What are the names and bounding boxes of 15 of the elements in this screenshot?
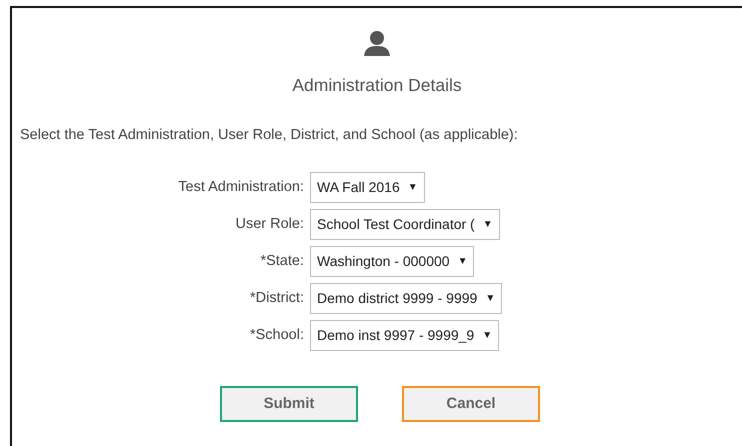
dropdown[interactable]: WA Fall 2016 ▼ xyxy=(310,172,425,204)
dropdown[interactable]: Washington - 000000 ▼ xyxy=(310,246,474,278)
cancel-button[interactable]: Cancel xyxy=(402,386,540,422)
field-label: Test Administration: xyxy=(178,178,304,197)
submit-button[interactable]: Submit xyxy=(220,386,358,422)
field-label: *District: xyxy=(250,288,304,308)
user-icon xyxy=(364,30,390,56)
field-label: User Role: xyxy=(236,214,304,234)
field-label: *School: xyxy=(250,326,304,345)
dropdown[interactable]: School Test Coordinator ( ▼ xyxy=(310,209,500,240)
dropdown[interactable]: Demo inst 9997 - 9999_9 ▼ xyxy=(310,320,500,352)
dropdown[interactable]: Demo district 9999 - 9999 ▼ xyxy=(310,283,502,314)
page-heading: Administration Details xyxy=(292,75,462,95)
field-label: *State: xyxy=(260,252,304,271)
instructions-text: Select the Test Administration, User Role, District, and School (as applicable): xyxy=(20,126,518,142)
